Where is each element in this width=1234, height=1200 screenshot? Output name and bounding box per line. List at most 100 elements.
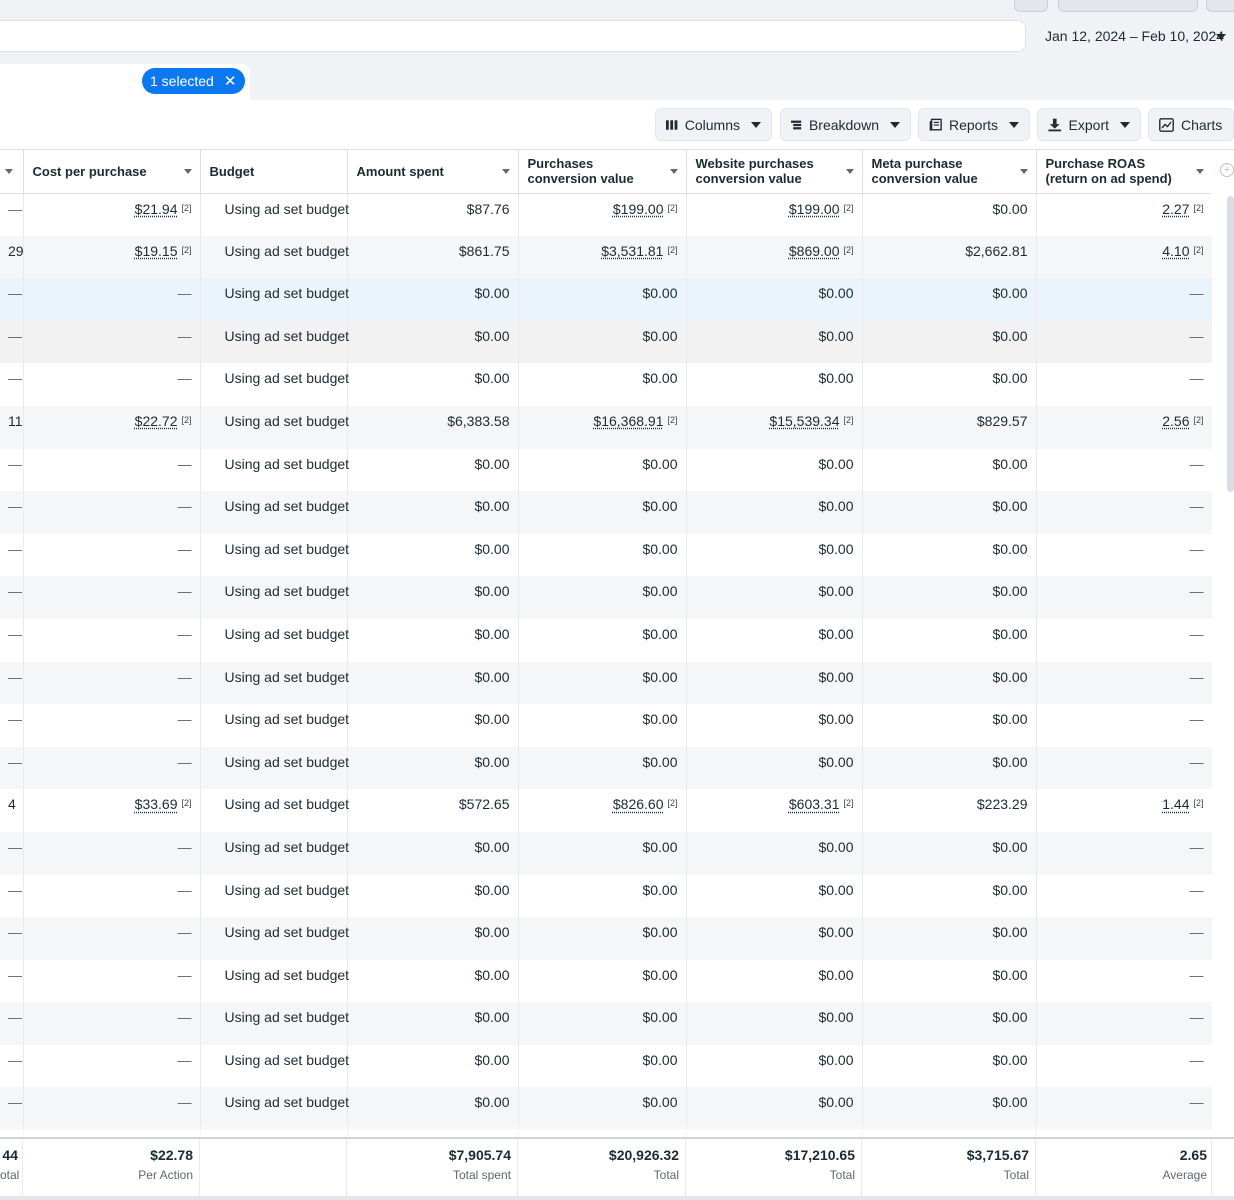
table-row[interactable]: — — Using ad set budget $0.00 $0.00 $0.00 $0.0… [0, 960, 1212, 1003]
website-purchases-conversion-value-cell-value[interactable]: $603.31 [789, 796, 840, 812]
columns-button[interactable]: Columns [655, 108, 772, 141]
purchase-roas-cell-value: — [1190, 711, 1204, 727]
table-row[interactable]: — — Using ad set budget $0.00 $0.00 $0.00 $0.0… [0, 491, 1212, 534]
cost-per-purchase-cell: $33.69 [2] [23, 789, 200, 832]
table-row[interactable]: — — Using ad set budget $0.00 $0.00 $0.00 $0.0… [0, 449, 1212, 492]
col-header-budget[interactable]: Budget [200, 150, 347, 193]
purchase-roas-cell-value: — [1190, 669, 1204, 685]
sort-icon [5, 169, 13, 174]
purchase-roas-cell-value[interactable]: 4.10 [1162, 243, 1189, 259]
columns-icon [666, 118, 678, 132]
selected-filter-chip[interactable]: 1 selected ✕ [142, 68, 245, 94]
purchases-conversion-value-cell-value: $0.00 [642, 967, 677, 983]
col-header-cost-per-purchase[interactable]: Cost per purchase [23, 150, 200, 193]
table-row[interactable]: — — Using ad set budget $0.00 $0.00 $0.00 $0.0… [0, 832, 1212, 875]
purchases-conversion-value-cell: $0.00 [518, 747, 686, 790]
table-row[interactable]: 11 $22.72 [2] Using ad set budget $6,383.58 $… [0, 406, 1212, 449]
website-purchases-conversion-value-cell-value[interactable]: $15,539.34 [769, 413, 839, 429]
table-row[interactable]: — $21.94 [2] Using ad set budget $87.76 $199.… [0, 193, 1212, 236]
search-input[interactable] [0, 20, 1026, 52]
budget-cell-value: Using ad set budget [225, 1052, 350, 1068]
table-row[interactable]: — — Using ad set budget $0.00 $0.00 $0.00 $0.0… [0, 321, 1212, 364]
purchases-conversion-value-cell-value: $0.00 [642, 882, 677, 898]
table-row[interactable]: — — Using ad set budget $0.00 $0.00 $0.00 $0.0… [0, 747, 1212, 790]
table-row[interactable]: 4 $33.69 [2] Using ad set budget $572.65 $826… [0, 789, 1212, 832]
website-purchases-conversion-value-cell-value: $0.00 [818, 328, 853, 344]
table-row[interactable]: — — Using ad set budget $0.00 $0.00 $0.00 $0.0… [0, 917, 1212, 960]
website-purchases-conversion-value-cell-value[interactable]: $869.00 [789, 243, 840, 259]
table-row[interactable]: — — Using ad set budget $0.00 $0.00 $0.00 $0.0… [0, 576, 1212, 619]
col-header-purchase-roas[interactable]: Purchase ROAS (return on ad spend) [1036, 150, 1212, 193]
cost-per-purchase-cell-value: — [178, 626, 192, 642]
cost-per-purchase-cell-value: — [178, 882, 192, 898]
cost-per-purchase-cell-value[interactable]: $22.72 [135, 413, 178, 429]
chevron-down-icon [751, 122, 761, 128]
table-row[interactable]: — — Using ad set budget $0.00 $0.00 $0.00 $0.0… [0, 1045, 1212, 1088]
col-header-results[interactable] [0, 150, 23, 193]
cost-per-purchase-cell: — [23, 875, 200, 918]
website-purchases-conversion-value-cell-value: $0.00 [818, 498, 853, 514]
purchase-roas-cell: — [1036, 704, 1212, 747]
website-purchases-conversion-value-cell: $0.00 [686, 321, 862, 364]
cost-per-purchase-cell-value: — [178, 1009, 192, 1025]
purchases-conversion-value-cell-value[interactable]: $826.60 [613, 796, 664, 812]
cost-per-purchase-cell-value[interactable]: $19.15 [135, 243, 178, 259]
chip-label: 1 selected [150, 73, 214, 89]
purchases-conversion-value-cell-value[interactable]: $3,531.81 [601, 243, 663, 259]
date-range-picker[interactable]: Jan 12, 2024 – Feb 10, 2024 [1030, 20, 1234, 52]
result-cell-value: — [8, 1052, 22, 1068]
purchase-roas-cell-value[interactable]: 1.44 [1162, 796, 1189, 812]
close-icon[interactable]: ✕ [224, 74, 237, 89]
table-row[interactable]: — — Using ad set budget $0.00 $0.00 $0.00 $0.0… [0, 534, 1212, 577]
table-row[interactable]: — — Using ad set budget $0.00 $0.00 $0.00 $0.0… [0, 704, 1212, 747]
refresh-button[interactable] [1014, 0, 1048, 12]
cost-per-purchase-cell-value: — [178, 541, 192, 557]
scrollbar-thumb[interactable] [1227, 196, 1234, 492]
col-header-amount-spent[interactable]: Amount spent [347, 150, 518, 193]
purchase-roas-cell-value[interactable]: 2.56 [1162, 413, 1189, 429]
amount-spent-cell-value: $0.00 [474, 1009, 509, 1025]
col-header-meta-purchase-conversion-value[interactable]: Meta purchase conversion value [862, 150, 1036, 193]
purchases-conversion-value-cell-value[interactable]: $199.00 [613, 201, 664, 217]
horizontal-scrollbar[interactable] [0, 1196, 1234, 1200]
purchases-conversion-value-cell-value[interactable]: $16,368.91 [593, 413, 663, 429]
cost-per-purchase-cell-value[interactable]: $33.69 [135, 796, 178, 812]
meta-purchase-conversion-value-cell-value: $0.00 [992, 967, 1027, 983]
top-more-button[interactable] [1206, 0, 1234, 12]
breakdown-button[interactable]: Breakdown [780, 108, 911, 141]
add-column-icon[interactable]: + [1220, 163, 1234, 177]
table-row[interactable]: 29 $19.15 [2] Using ad set budget $861.75 $3,… [0, 236, 1212, 279]
export-button[interactable]: Export [1037, 108, 1141, 141]
table-row[interactable]: — — Using ad set budget $0.00 $0.00 $0.00 $0.0… [0, 363, 1212, 406]
purchases-conversion-value-cell: $0.00 [518, 449, 686, 492]
website-purchases-conversion-value-cell-value[interactable]: $199.00 [789, 201, 840, 217]
download-icon [1048, 118, 1062, 132]
table-row[interactable]: — — Using ad set budget $0.00 $0.00 $0.00 $0.0… [0, 619, 1212, 662]
purchase-roas-cell-value[interactable]: 2.27 [1162, 201, 1189, 217]
table-row[interactable]: — — Using ad set budget $0.00 $0.00 $0.00 $0.0… [0, 662, 1212, 705]
table-row[interactable]: — — Using ad set budget $0.00 $0.00 $0.00 $0.0… [0, 278, 1212, 321]
table-row[interactable]: — — Using ad set budget $0.00 $0.00 $0.00 $0.0… [0, 1087, 1212, 1130]
purchases-conversion-value-cell: $0.00 [518, 704, 686, 747]
sort-icon [846, 169, 854, 174]
amount-spent-cell-value: $0.00 [474, 967, 509, 983]
footnote-marker: [2] [1193, 203, 1203, 213]
top-action-button[interactable] [1058, 0, 1198, 12]
purchase-roas-cell: — [1036, 534, 1212, 577]
meta-purchase-conversion-value-cell: $0.00 [862, 1002, 1036, 1045]
col-header-website-purchases-conversion-value[interactable]: Website purchases conversion value [686, 150, 862, 193]
cost-per-purchase-cell-value[interactable]: $21.94 [135, 201, 178, 217]
total-cpp-value: $22.78 [23, 1147, 193, 1163]
reports-button[interactable]: Reports [918, 108, 1030, 141]
charts-button[interactable]: Charts [1148, 108, 1234, 141]
table-row[interactable]: — — Using ad set budget $0.00 $0.00 $0.00 $0.0… [0, 875, 1212, 918]
website-purchases-conversion-value-cell: $0.00 [686, 619, 862, 662]
footnote-marker: [2] [667, 798, 677, 808]
table-row[interactable]: — — Using ad set budget $0.00 $0.00 $0.00 $0.0… [0, 1002, 1212, 1045]
cost-per-purchase-cell-value: — [178, 498, 192, 514]
purchase-roas-cell-value: — [1190, 626, 1204, 642]
purchase-roas-cell-value: — [1190, 541, 1204, 557]
budget-cell-value: Using ad set budget [225, 583, 350, 599]
amount-spent-cell-value: $0.00 [474, 285, 509, 301]
col-header-purchases-conversion-value[interactable]: Purchases conversion value [518, 150, 686, 193]
